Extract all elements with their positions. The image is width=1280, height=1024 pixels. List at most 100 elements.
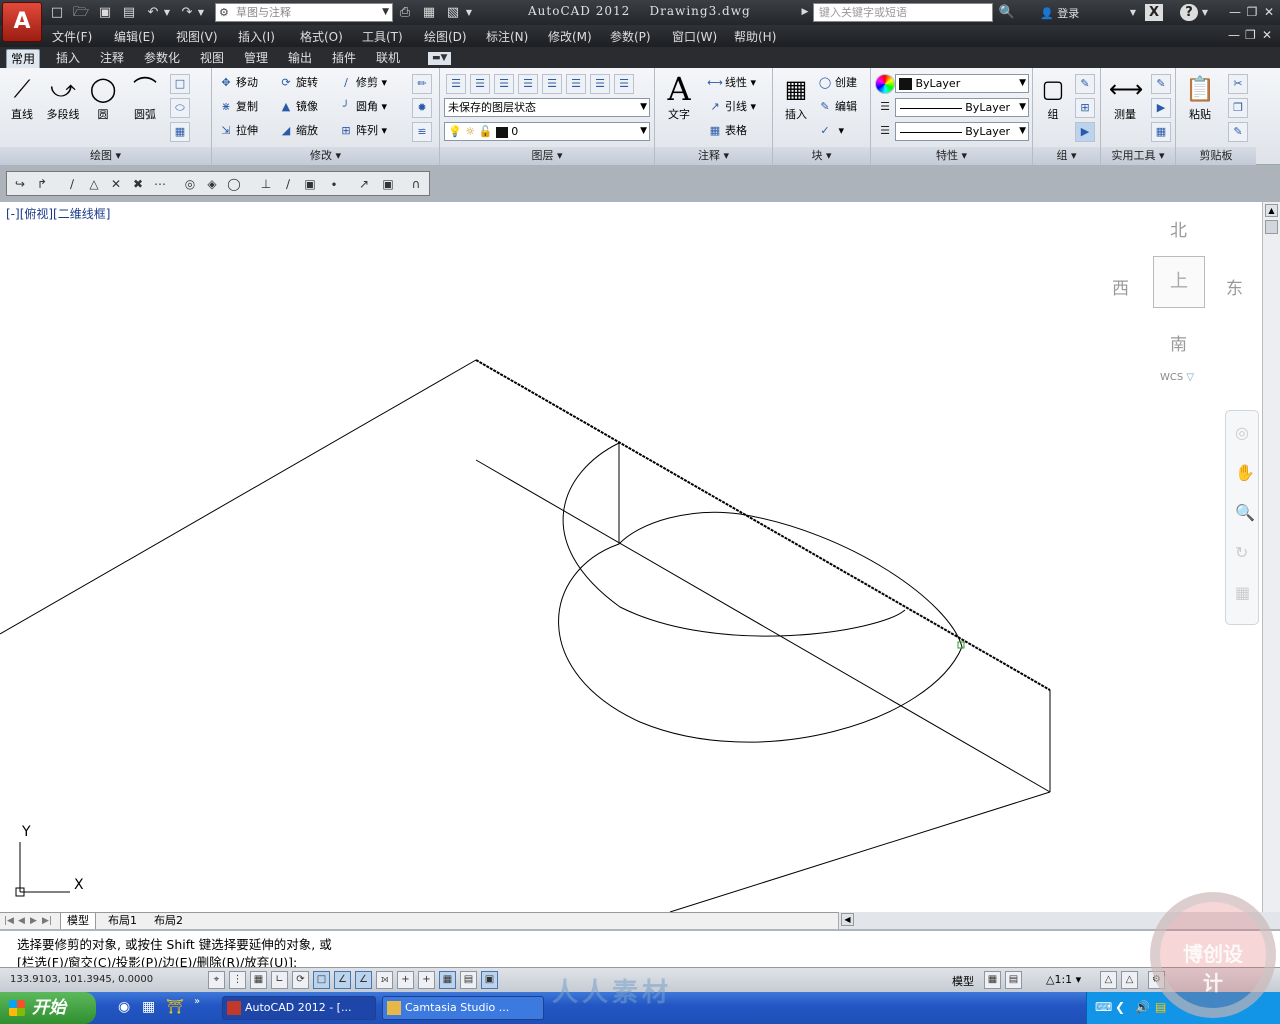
- new-icon[interactable]: □: [48, 4, 66, 21]
- match-properties-icon[interactable]: [875, 74, 895, 94]
- layer-freeze-icon[interactable]: ☰: [566, 74, 586, 94]
- tab-output[interactable]: 输出: [284, 49, 316, 68]
- snap-extension-icon[interactable]: ⋯: [151, 175, 169, 193]
- login-button[interactable]: 👤 登录: [1040, 5, 1079, 21]
- group-select-icon[interactable]: ▶: [1075, 122, 1095, 142]
- properties-icon[interactable]: ▧: [444, 4, 462, 21]
- utilities-panel-title[interactable]: 实用工具 ▾: [1101, 147, 1175, 165]
- layer-match-icon[interactable]: ☰: [614, 74, 634, 94]
- save-as-icon[interactable]: ▤: [120, 4, 138, 21]
- snap-none-icon[interactable]: ▣: [379, 175, 397, 193]
- layer-off-icon[interactable]: ☰: [542, 74, 562, 94]
- command-window[interactable]: 选择要修剪的对象, 或按住 Shift 键选择要延伸的对象, 或 [栏选(F)/…: [0, 929, 1280, 970]
- menu-format[interactable]: 格式(O): [300, 28, 343, 45]
- menu-help[interactable]: 帮助(H): [734, 28, 776, 45]
- ie-icon[interactable]: ◉: [118, 999, 130, 1015]
- pan-icon[interactable]: ✋: [1235, 463, 1255, 482]
- rotate-button[interactable]: ⟳ 旋转: [278, 74, 318, 92]
- create-block-button[interactable]: ◯ 创建: [817, 74, 857, 92]
- coordinate-readout[interactable]: 133.9103, 101.3945, 0.0000: [10, 974, 153, 985]
- undo-icon[interactable]: ↶: [144, 4, 162, 21]
- vertical-scrollbar[interactable]: ▲: [1262, 202, 1280, 912]
- select-all-icon[interactable]: ▶: [1151, 98, 1171, 118]
- measure-button[interactable]: ⟷ 测量: [1105, 72, 1145, 122]
- help-icon[interactable]: ?: [1180, 4, 1198, 21]
- showmotion-icon[interactable]: ▦: [1235, 583, 1250, 602]
- save-icon[interactable]: ▣: [96, 4, 114, 21]
- tab-layout1[interactable]: 布局1: [104, 913, 141, 929]
- tab-online[interactable]: 联机: [372, 49, 404, 68]
- layout-nav-last-icon[interactable]: ▶|: [42, 913, 52, 929]
- snap-midpoint-icon[interactable]: △: [85, 175, 103, 193]
- transparency-icon[interactable]: ▦: [439, 971, 456, 989]
- dynamic-ucs-icon[interactable]: ⟕: [376, 971, 393, 989]
- clipboard-panel-title[interactable]: 剪贴板: [1176, 147, 1256, 165]
- annotation-scale[interactable]: △1:1 ▾: [1046, 973, 1081, 986]
- help-dropdown-icon[interactable]: ▼: [1200, 4, 1210, 21]
- tray-arrow-icon[interactable]: ❮: [1115, 1000, 1125, 1014]
- snap-tangent-icon[interactable]: ◯: [225, 175, 243, 193]
- tab-home[interactable]: 常用: [6, 49, 41, 68]
- tab-plugins[interactable]: 插件: [328, 49, 360, 68]
- annotation-panel-title[interactable]: 注释 ▾: [655, 147, 772, 165]
- quick-view-drawings-icon[interactable]: ▤: [1005, 971, 1022, 989]
- annotation-visibility-icon[interactable]: △: [1100, 971, 1117, 989]
- lower-ellipse[interactable]: [558, 511, 963, 743]
- redo-dropdown-icon[interactable]: ▼: [196, 4, 206, 21]
- ribbon-minimize-icon[interactable]: ▬▼: [428, 52, 452, 65]
- snap-node-icon[interactable]: ∙: [325, 175, 343, 193]
- menu-draw[interactable]: 绘图(D): [424, 28, 467, 45]
- open-icon[interactable]: 🗁: [72, 4, 90, 21]
- snap-settings-icon[interactable]: ∩: [407, 175, 425, 193]
- scale-button[interactable]: ◢ 缩放: [278, 122, 318, 140]
- menu-dimension[interactable]: 标注(N): [486, 28, 528, 45]
- array-button[interactable]: ⊞ 阵列 ▾: [338, 122, 387, 140]
- start-button[interactable]: 开始: [0, 992, 96, 1024]
- redo-icon[interactable]: ↷: [178, 4, 196, 21]
- layer-lock-icon[interactable]: ☰: [590, 74, 610, 94]
- layer-combo[interactable]: 💡 ☼ 🔓 0 ▼: [444, 122, 650, 141]
- tab-annotate[interactable]: 注释: [96, 49, 128, 68]
- text-button[interactable]: A 文字: [659, 72, 699, 122]
- move-button[interactable]: ✥ 移动: [218, 74, 258, 92]
- viewcube-north[interactable]: 北: [1170, 216, 1187, 241]
- viewcube-west[interactable]: 西: [1112, 274, 1129, 299]
- box-edge-back-selected[interactable]: [475, 359, 1051, 691]
- snap-mode-icon[interactable]: ⋮: [229, 971, 246, 989]
- selection-cycling-icon[interactable]: ▣: [481, 971, 498, 989]
- quick-properties-icon[interactable]: ▤: [460, 971, 477, 989]
- circle-button[interactable]: ◯ 圆: [86, 72, 120, 122]
- tab-model[interactable]: 模型: [60, 913, 96, 930]
- leader-button[interactable]: ↗ 引线 ▾: [707, 98, 756, 116]
- menu-parametric[interactable]: 参数(P): [610, 28, 651, 45]
- calculator-icon[interactable]: ▦: [1151, 122, 1171, 142]
- arc-button[interactable]: ⌒ 圆弧: [126, 72, 164, 122]
- grid-display-icon[interactable]: ▦: [250, 971, 267, 989]
- dynamic-input-icon[interactable]: +: [397, 971, 414, 989]
- group-edit-icon[interactable]: ⊞: [1075, 98, 1095, 118]
- copy-button[interactable]: ⋇ 复制: [218, 98, 258, 116]
- application-menu-button[interactable]: A: [2, 2, 42, 42]
- groups-panel-title[interactable]: 组 ▾: [1033, 147, 1100, 165]
- snap-parallel-icon[interactable]: ∕: [279, 175, 297, 193]
- tab-insert[interactable]: 插入: [52, 49, 84, 68]
- menu-window[interactable]: 窗口(W): [672, 28, 717, 45]
- box-edge-front[interactable]: [669, 791, 1051, 912]
- quicklaunch-more-icon[interactable]: »: [194, 996, 200, 1007]
- customize-dropdown-icon[interactable]: ▼: [464, 4, 474, 21]
- box-edge-left[interactable]: [0, 359, 477, 635]
- lineweight-toggle-icon[interactable]: +: [418, 971, 435, 989]
- folder-icon[interactable]: ▤: [1155, 1000, 1166, 1014]
- scroll-left-icon[interactable]: ◀: [841, 913, 854, 926]
- tab-layout2[interactable]: 布局2: [150, 913, 187, 929]
- polar-tracking-icon[interactable]: ⟳: [292, 971, 309, 989]
- menu-modify[interactable]: 修改(M): [548, 28, 592, 45]
- layer-state-combo[interactable]: 未保存的图层状态 ▼: [444, 98, 650, 117]
- erase-icon[interactable]: ✏: [412, 74, 432, 94]
- group-button[interactable]: ▢ 组: [1035, 72, 1071, 122]
- drawing-canvas[interactable]: [-][俯视][二维线框] Y X 北 西 东 南 上 WCS ▽ ◎ ✋ 🔍 …: [0, 202, 1262, 912]
- table-button[interactable]: ▦ 表格: [707, 122, 747, 140]
- paste-button[interactable]: 📋 粘贴: [1180, 72, 1220, 122]
- close-icon[interactable]: ✕: [1262, 5, 1276, 19]
- snap-nearest-icon[interactable]: ↗: [355, 175, 373, 193]
